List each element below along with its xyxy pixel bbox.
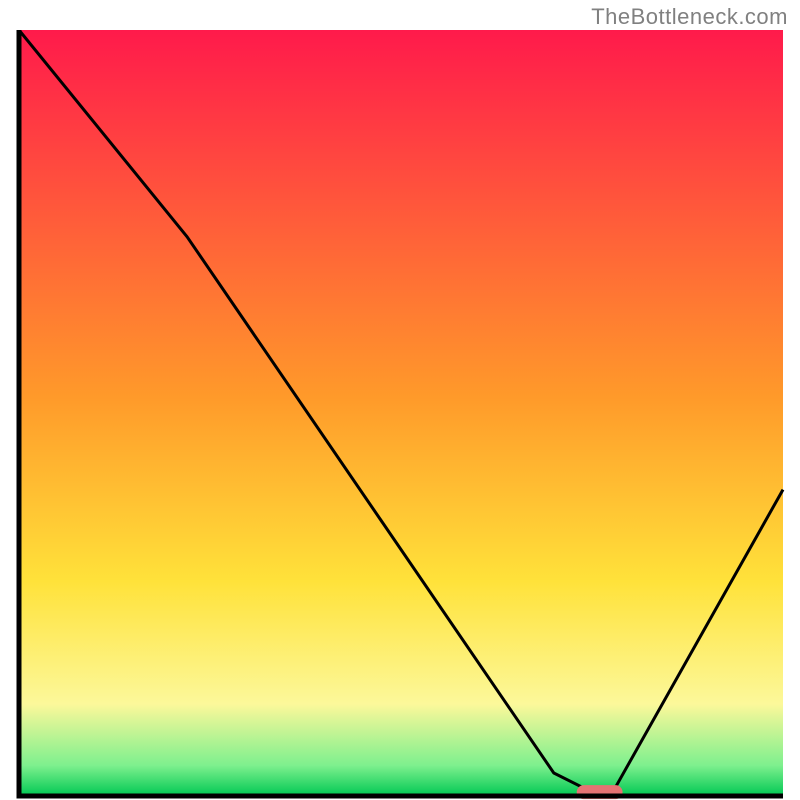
- bottleneck-chart: [15, 30, 785, 800]
- gradient-background: [19, 30, 783, 796]
- watermark-text: TheBottleneck.com: [591, 4, 788, 30]
- chart-svg: [15, 30, 785, 800]
